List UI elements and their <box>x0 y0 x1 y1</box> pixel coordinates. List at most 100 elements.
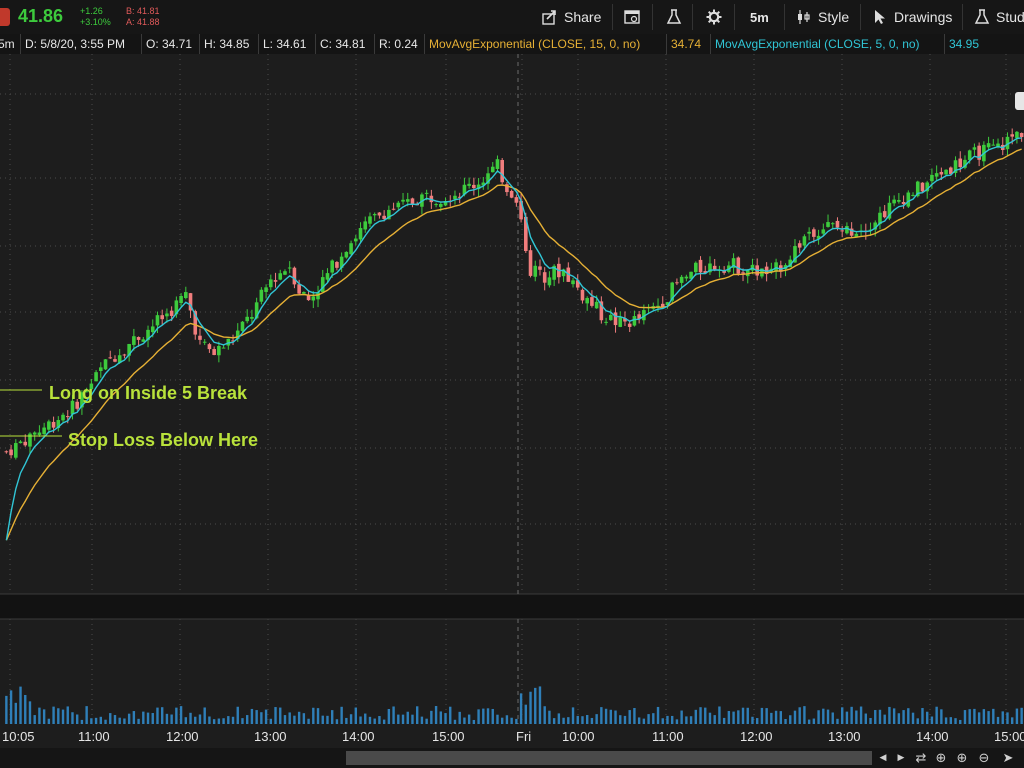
flask-icon <box>666 9 682 24</box>
volume-bar <box>552 718 556 724</box>
scroll-thumb[interactable] <box>346 751 872 765</box>
volume-bar <box>397 714 400 724</box>
volume-bar <box>992 708 995 724</box>
volume-bar <box>1001 711 1004 724</box>
symbol-color-tag[interactable] <box>0 8 10 26</box>
candle-body <box>472 184 476 189</box>
volume-bar <box>855 710 858 724</box>
volume-bar <box>689 716 693 724</box>
scroll-left-icon[interactable]: ◀ <box>876 749 890 767</box>
volume-bar <box>269 718 273 724</box>
volume-bar <box>467 714 471 724</box>
flask-button[interactable] <box>666 6 682 28</box>
volume-bar <box>628 710 631 724</box>
volume-bar <box>869 717 872 724</box>
volume-bar <box>198 714 202 724</box>
candle-body <box>424 192 429 194</box>
volume-bar <box>1020 707 1023 724</box>
volume-bar <box>80 719 84 724</box>
volume-bar <box>472 719 476 724</box>
pane-divider[interactable] <box>0 594 1024 619</box>
volume-bar <box>741 707 745 724</box>
zoom-in-icon[interactable]: ⊕ <box>952 749 972 767</box>
candle-body <box>273 280 278 282</box>
volume-bar <box>184 717 188 724</box>
volume-bar <box>685 716 688 724</box>
settings-button[interactable] <box>706 6 722 28</box>
candle-body <box>490 166 495 173</box>
candle-body <box>136 337 141 340</box>
volume-bar <box>449 706 452 724</box>
zoom-out-icon[interactable]: ⊖ <box>974 749 994 767</box>
volume-bar <box>623 715 627 724</box>
price-marker[interactable] <box>1015 92 1024 110</box>
volume-bar <box>364 713 367 724</box>
candle-body <box>845 226 849 234</box>
ema15-legend[interactable]: MovAvgExponential (CLOSE, 15, 0, no) <box>424 34 644 54</box>
scroll-right-icon[interactable]: ▶ <box>894 749 908 767</box>
volume-bar <box>590 717 594 724</box>
candle-body <box>618 317 623 327</box>
candle-body <box>202 341 207 343</box>
volume-bar <box>90 718 93 724</box>
volume-bar <box>349 714 353 724</box>
volume-bar <box>656 706 660 724</box>
timeframe-button[interactable]: 5m <box>750 6 769 28</box>
candle-body <box>580 289 585 301</box>
time-tick-label: 15:00 <box>994 729 1024 744</box>
candle-body <box>94 372 98 382</box>
crosshair-icon[interactable]: ⊕ <box>932 749 950 767</box>
candle-body <box>113 359 117 362</box>
candle-body <box>47 421 51 430</box>
candle-body <box>453 195 457 200</box>
candle-body <box>401 199 405 202</box>
volume-bar <box>47 718 51 724</box>
volume-bar <box>227 716 230 724</box>
expand-arrows-icon[interactable]: ⇄ <box>910 749 932 767</box>
volume-bar <box>704 707 707 724</box>
candle-body <box>65 416 70 418</box>
candle-body <box>741 272 745 274</box>
chart-scrollbar[interactable]: ◀ ▶ ⇄ ⊕ ⊕ ⊖ ➤ <box>0 748 1024 768</box>
candle-body <box>302 292 306 294</box>
share-button[interactable]: Share <box>542 6 601 28</box>
candle-body <box>32 432 37 435</box>
volume-bar <box>954 718 957 724</box>
volume-bar <box>784 719 787 724</box>
candle-body <box>434 204 438 206</box>
candle-body <box>514 197 519 203</box>
volume-bar <box>963 710 967 724</box>
volume-bar <box>496 714 499 724</box>
volume-bar <box>203 707 206 724</box>
cursor-arrow-icon <box>875 10 885 24</box>
volume-bar <box>132 711 136 724</box>
volume-bar <box>647 714 650 724</box>
candle-body <box>287 267 292 269</box>
candle-body <box>632 316 637 326</box>
style-button[interactable]: Style <box>796 6 849 28</box>
volume-bar <box>543 706 546 724</box>
volume-bar <box>297 711 301 724</box>
drawings-button[interactable]: Drawings <box>872 6 952 28</box>
volume-bar <box>307 718 310 724</box>
pointer-icon[interactable]: ➤ <box>998 749 1018 767</box>
studies-button[interactable]: Stud <box>974 6 1024 28</box>
sync-button[interactable] <box>624 6 640 28</box>
candle-body <box>972 147 977 150</box>
volume-bar <box>892 708 896 724</box>
volume-bar <box>670 715 674 724</box>
candlestick-icon <box>798 10 810 24</box>
candle-body <box>316 292 320 300</box>
bar-date: D: 5/8/20, 3:55 PM <box>20 34 129 54</box>
bar-range: R: 0.24 <box>374 34 422 54</box>
volume-bar <box>28 701 32 724</box>
ema5-legend[interactable]: MovAvgExponential (CLOSE, 5, 0, no) <box>710 34 924 54</box>
candle-body <box>61 414 65 421</box>
volume-bar <box>935 706 938 724</box>
candle-body <box>358 228 363 240</box>
volume-bar <box>137 718 140 724</box>
volume-bar <box>194 716 197 724</box>
volume-bar <box>288 712 291 724</box>
volume-bar <box>699 707 702 724</box>
volume-bar <box>312 707 315 724</box>
